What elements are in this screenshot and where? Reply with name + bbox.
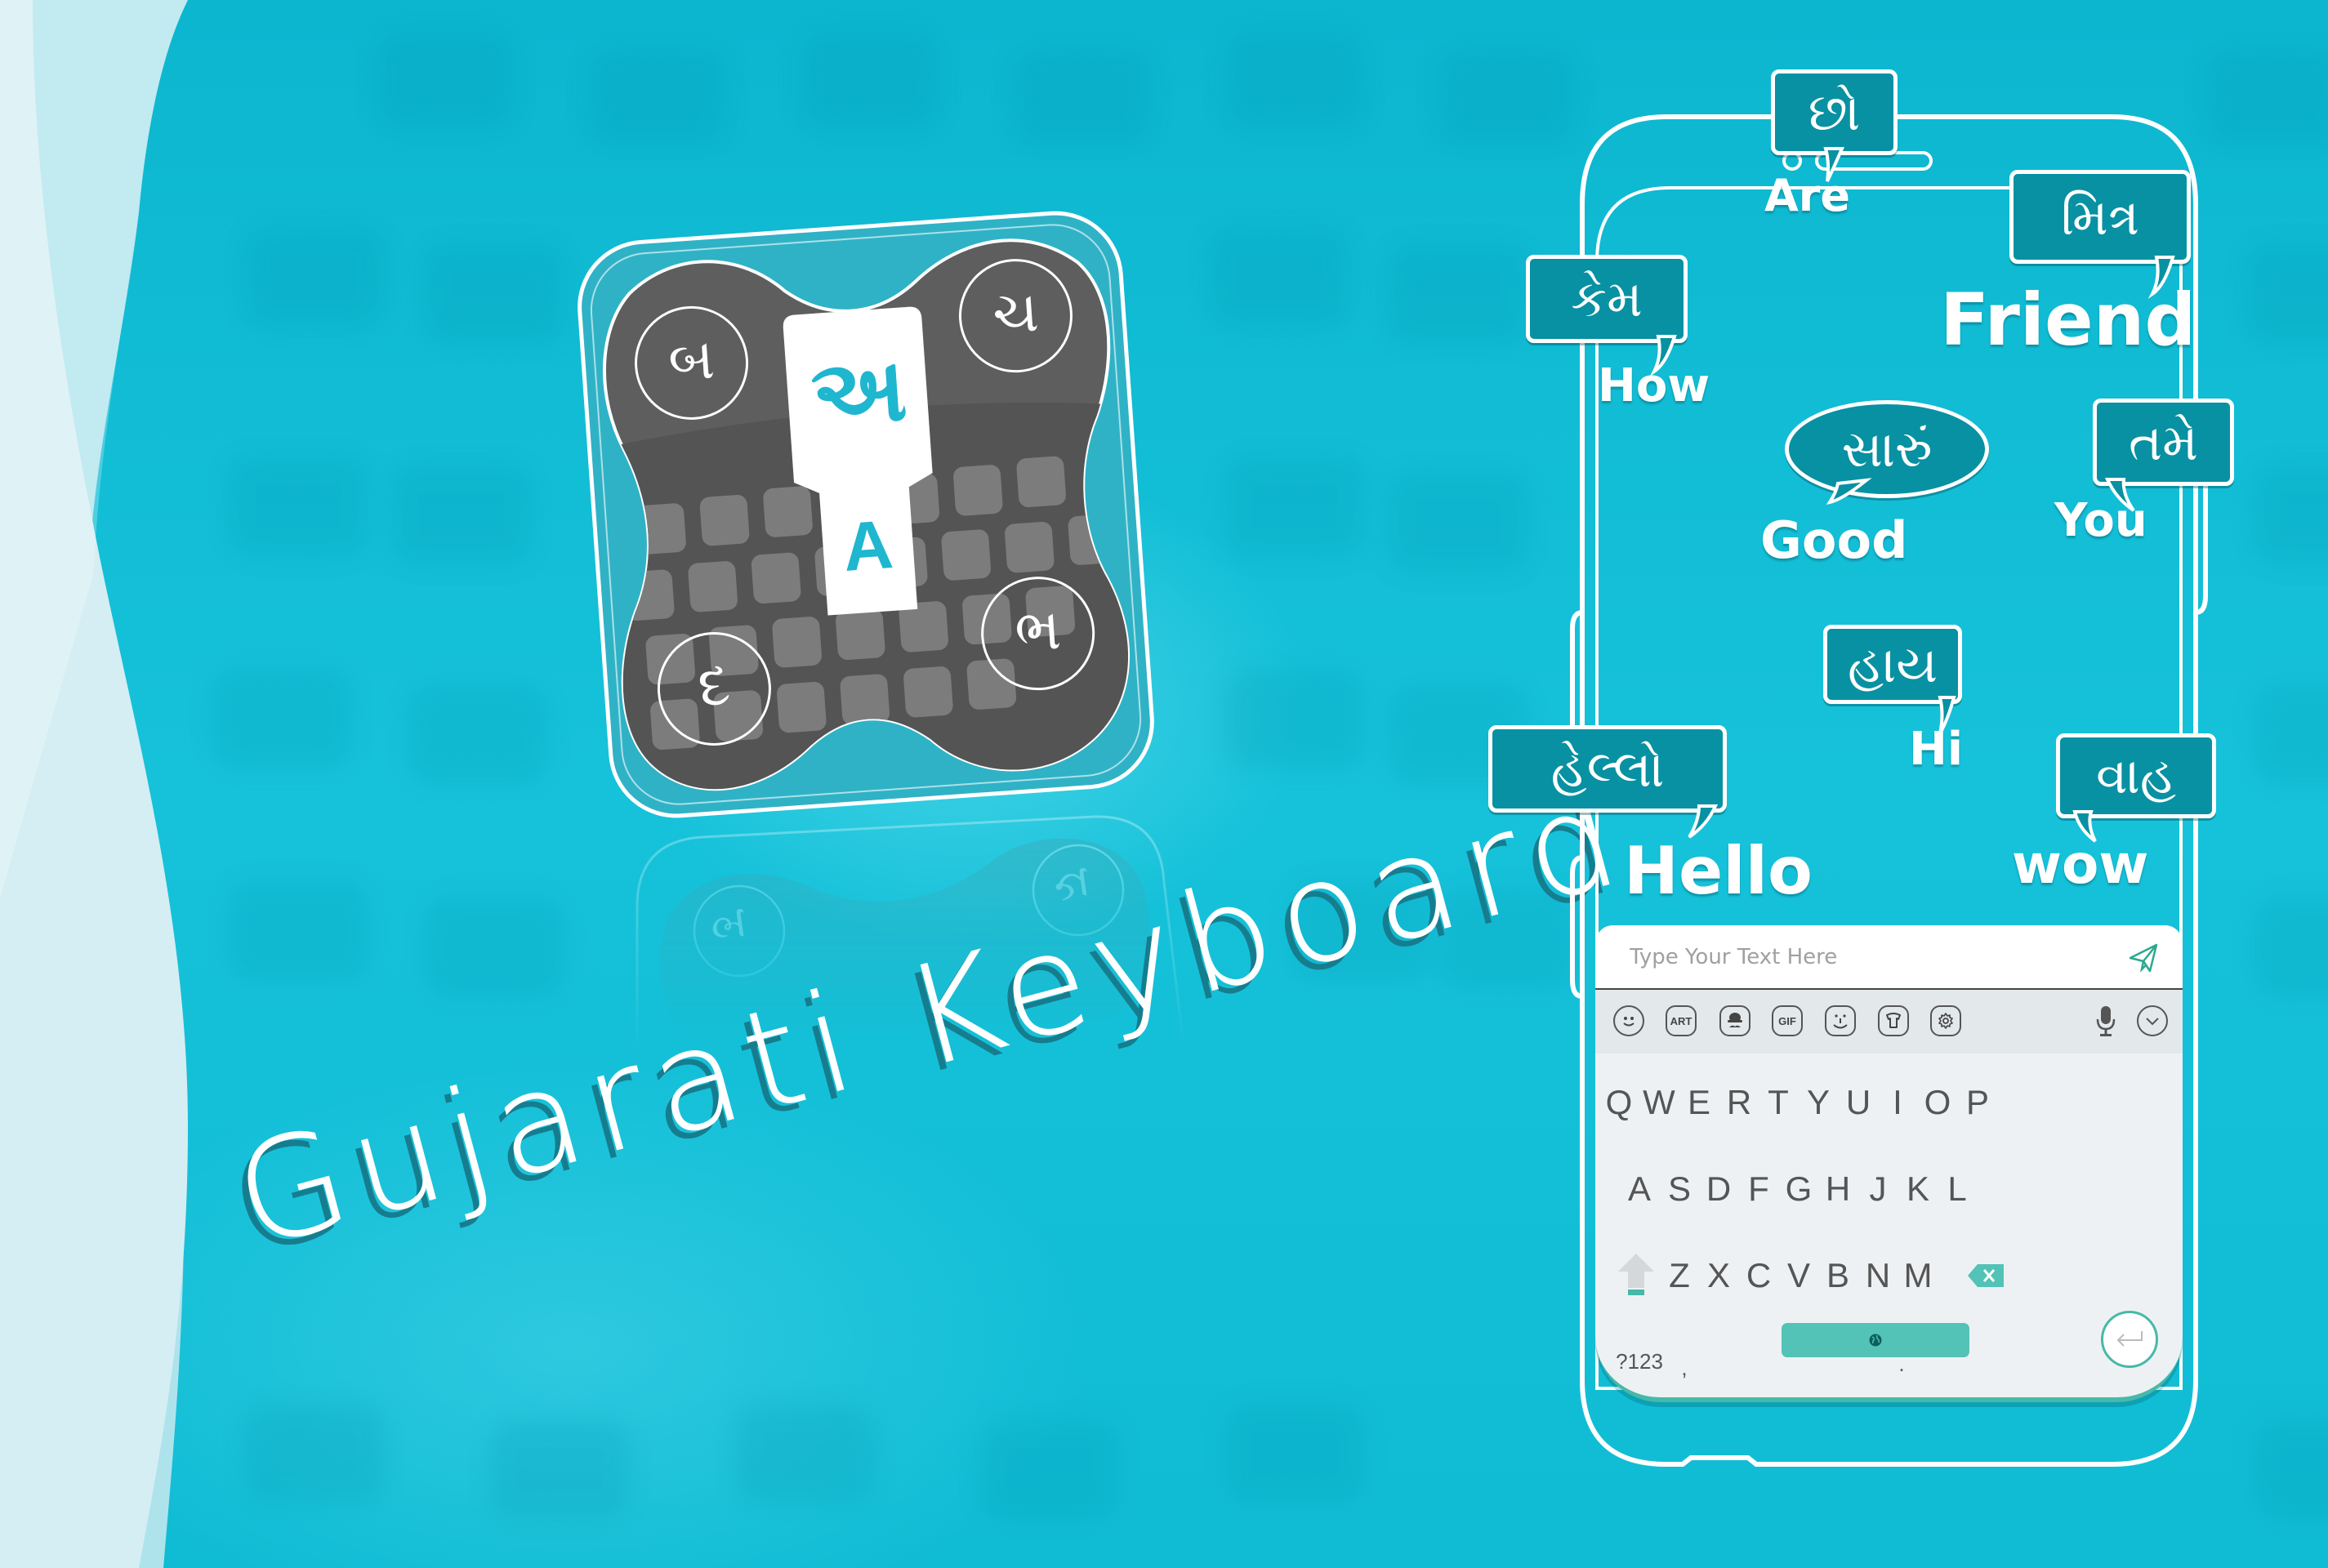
microphone-icon[interactable]	[2094, 1004, 2118, 1039]
label-wow: wow	[2012, 833, 2149, 896]
bubble-gujarati-text: વાહ	[2096, 746, 2176, 805]
label-hello: Hello	[1624, 833, 1813, 909]
key-k[interactable]: K	[1898, 1160, 1938, 1218]
key-z[interactable]: Z	[1659, 1247, 1700, 1304]
bubble-haay: હાય	[1823, 625, 1962, 704]
key-s[interactable]: S	[1659, 1160, 1700, 1218]
key-v[interactable]: V	[1778, 1247, 1819, 1304]
icon-main-key-latin: A	[841, 505, 896, 586]
icon-corner-letter: ભ	[1012, 595, 1064, 666]
key-p[interactable]: P	[1957, 1074, 1998, 1131]
key-t[interactable]: T	[1758, 1074, 1799, 1131]
space-key[interactable]	[1782, 1323, 1969, 1357]
enter-icon	[2116, 1331, 2143, 1347]
label-how: How	[1598, 359, 1710, 412]
keyboard-toolbar: ART GIF	[1595, 990, 2183, 1054]
theme-icon[interactable]	[1878, 1005, 1909, 1036]
bubble-saaru: સારું	[1785, 400, 1989, 498]
reflection-letter: બ	[707, 897, 751, 955]
key-u[interactable]: U	[1838, 1074, 1879, 1131]
key-l[interactable]: L	[1937, 1160, 1978, 1218]
collapse-icon[interactable]	[2137, 1005, 2168, 1036]
key-b[interactable]: B	[1817, 1247, 1858, 1304]
bubble-gujarati-text: છો	[1808, 82, 1861, 142]
icon-main-key-gujarati: અ	[808, 336, 910, 448]
art-icon[interactable]: ART	[1666, 1005, 1697, 1036]
key-w[interactable]: W	[1639, 1074, 1679, 1131]
icon-corner-letter: દ	[695, 651, 733, 720]
gif-icon[interactable]: GIF	[1772, 1005, 1803, 1036]
settings-icon[interactable]	[1930, 1005, 1961, 1036]
left-wave-decoration	[0, 0, 188, 1568]
key-a[interactable]: A	[1619, 1160, 1660, 1218]
shift-key[interactable]	[1612, 1247, 1661, 1304]
message-input[interactable]	[1628, 940, 2089, 974]
comma-key[interactable]: ,	[1664, 1339, 1705, 1396]
bubble-mitra: મિત્ર	[2009, 170, 2191, 264]
emoji-icon[interactable]	[1613, 1005, 1644, 1036]
key-c[interactable]: C	[1738, 1247, 1779, 1304]
label-are: Are	[1764, 170, 1851, 221]
bubble-gujarati-text: તમે	[2129, 412, 2198, 472]
key-q[interactable]: Q	[1599, 1074, 1639, 1131]
key-y[interactable]: Y	[1798, 1074, 1839, 1131]
bubble-kem: કેમ	[1526, 255, 1688, 343]
bubble-gujarati-text: હાય	[1847, 634, 1938, 694]
sticker-icon[interactable]	[1719, 1005, 1750, 1036]
bubble-chho: છો	[1771, 69, 1898, 155]
label-friend: Friend	[1940, 278, 2196, 362]
key-r[interactable]: R	[1719, 1074, 1759, 1131]
key-x[interactable]: X	[1698, 1247, 1739, 1304]
bubble-gujarati-text: હેલ્લો	[1550, 738, 1665, 799]
bubble-gujarati-text: સારું	[1841, 419, 1933, 479]
icon-corner-letter: બ	[666, 324, 717, 395]
bubble-vaah: વાહ	[2056, 733, 2216, 818]
label-hi: Hi	[1909, 723, 1964, 776]
enter-key[interactable]	[2101, 1311, 2158, 1368]
key-h[interactable]: H	[1817, 1160, 1858, 1218]
keyboard: ART GIF Q W E R T Y U I O P A	[1595, 925, 2183, 1402]
bubble-tame: તમે	[2093, 399, 2234, 486]
emoticon-icon[interactable]	[1825, 1005, 1856, 1036]
key-e[interactable]: E	[1679, 1074, 1719, 1131]
label-good: Good	[1760, 510, 1908, 570]
symbols-key[interactable]: ?123	[1607, 1333, 1672, 1390]
app-icon: અ A બ ચ દ ભ	[569, 202, 1164, 827]
key-n[interactable]: N	[1857, 1247, 1898, 1304]
globe-icon	[1869, 1334, 1882, 1347]
text-input-bar	[1595, 925, 2183, 990]
key-f[interactable]: F	[1738, 1160, 1779, 1218]
key-o[interactable]: O	[1917, 1074, 1958, 1131]
key-i[interactable]: I	[1877, 1074, 1918, 1131]
key-g[interactable]: G	[1778, 1160, 1819, 1218]
bubble-hello: હેલ્લો	[1488, 725, 1727, 813]
send-icon[interactable]	[2127, 942, 2160, 974]
key-m[interactable]: M	[1898, 1247, 1938, 1304]
key-d[interactable]: D	[1698, 1160, 1739, 1218]
label-you: You	[2054, 494, 2147, 547]
backspace-key[interactable]	[1966, 1259, 2007, 1292]
bubble-gujarati-text: કેમ	[1571, 269, 1643, 328]
icon-corner-letter: ચ	[990, 277, 1041, 348]
key-j[interactable]: J	[1857, 1160, 1898, 1218]
bubble-gujarati-text: મિત્ર	[2061, 186, 2139, 247]
